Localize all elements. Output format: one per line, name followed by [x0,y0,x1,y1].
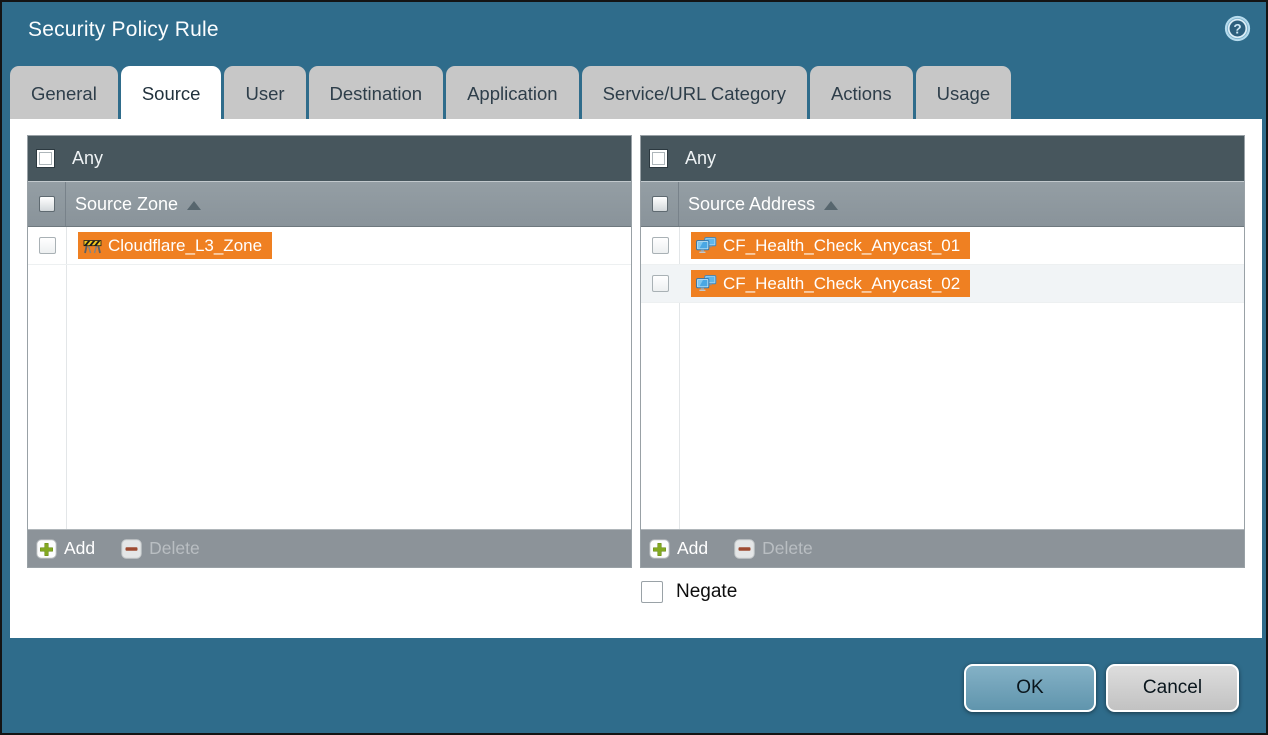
tab-general[interactable]: General [10,66,118,119]
table-row: CF_Health_Check_Anycast_01 [641,227,1244,265]
dialog-title: Security Policy Rule [28,18,219,42]
row-checkbox-cell [641,237,679,254]
table-row: CF_Health_Check_Anycast_02 [641,265,1244,303]
delete-icon [121,539,142,559]
tab-actions[interactable]: Actions [810,66,913,119]
source-address-any-checkbox[interactable] [649,149,668,168]
add-button[interactable]: Add [36,538,95,559]
row-checkbox-cell [641,275,679,292]
source-address-column-header: Source Address [641,182,1244,227]
tab-usage[interactable]: Usage [916,66,1011,119]
tab-source[interactable]: Source [121,66,222,119]
sort-ascending-icon [824,201,838,210]
source-zone-any-checkbox[interactable] [36,149,55,168]
add-button[interactable]: Add [649,538,708,559]
source-zone-panel: Any Source Zone [27,135,632,568]
source-address-column-label: Source Address [688,194,815,215]
address-item-label: CF_Health_Check_Anycast_02 [723,274,960,294]
add-label: Add [677,538,708,559]
delete-label: Delete [149,538,200,559]
source-address-toolbar: Add Delete [641,529,1244,567]
source-address-column-sort[interactable]: Source Address [679,182,838,226]
source-address-select-all-checkbox[interactable] [652,196,668,212]
source-zone-toolbar: Add Delete [28,529,631,567]
table-row: Cloudflare_L3_Zone [28,227,631,265]
help-icon[interactable]: ? [1224,15,1251,42]
address-item[interactable]: CF_Health_Check_Anycast_01 [691,232,970,259]
source-zone-any-label: Any [72,148,103,169]
add-icon [649,539,670,559]
delete-button[interactable]: Delete [734,538,813,559]
security-policy-rule-dialog: Security Policy Rule ? General Source Us… [0,0,1268,735]
source-address-any-header: Any [641,136,1244,182]
tab-application[interactable]: Application [446,66,579,119]
row-checkbox-cell [28,237,66,254]
source-zone-column-sort[interactable]: Source Zone [66,182,201,226]
row-checkbox[interactable] [652,237,669,254]
source-address-panel: Any Source Address [640,135,1245,568]
negate-control: Negate [641,581,737,603]
delete-button[interactable]: Delete [121,538,200,559]
negate-label: Negate [676,581,737,603]
add-icon [36,539,57,559]
zone-item[interactable]: Cloudflare_L3_Zone [78,232,272,259]
select-all-cell [641,182,679,226]
sort-ascending-icon [187,201,201,210]
tab-destination[interactable]: Destination [309,66,444,119]
source-zone-select-all-checkbox[interactable] [39,196,55,212]
source-zone-column-header: Source Zone [28,182,631,227]
tab-bar: General Source User Destination Applicat… [10,66,1011,119]
delete-label: Delete [762,538,813,559]
address-item-label: CF_Health_Check_Anycast_01 [723,236,960,256]
cancel-button[interactable]: Cancel [1106,664,1239,712]
row-checkbox[interactable] [652,275,669,292]
ok-button[interactable]: OK [964,664,1096,712]
source-zone-list: Cloudflare_L3_Zone [28,227,631,529]
zone-icon [83,238,102,254]
delete-icon [734,539,755,559]
row-checkbox[interactable] [39,237,56,254]
tab-user[interactable]: User [224,66,305,119]
source-tab-content: Any Source Zone [10,119,1262,638]
tab-service-url-category[interactable]: Service/URL Category [582,66,807,119]
zone-item-label: Cloudflare_L3_Zone [108,236,262,256]
add-label: Add [64,538,95,559]
source-address-list: CF_Health_Check_Anycast_01 [641,227,1244,529]
source-address-any-label: Any [685,148,716,169]
source-zone-any-header: Any [28,136,631,182]
negate-checkbox[interactable] [641,581,663,603]
svg-text:?: ? [1233,21,1241,36]
select-all-cell [28,182,66,226]
address-icon [696,237,717,254]
address-item[interactable]: CF_Health_Check_Anycast_02 [691,270,970,297]
source-zone-column-label: Source Zone [75,194,178,215]
address-icon [696,275,717,292]
